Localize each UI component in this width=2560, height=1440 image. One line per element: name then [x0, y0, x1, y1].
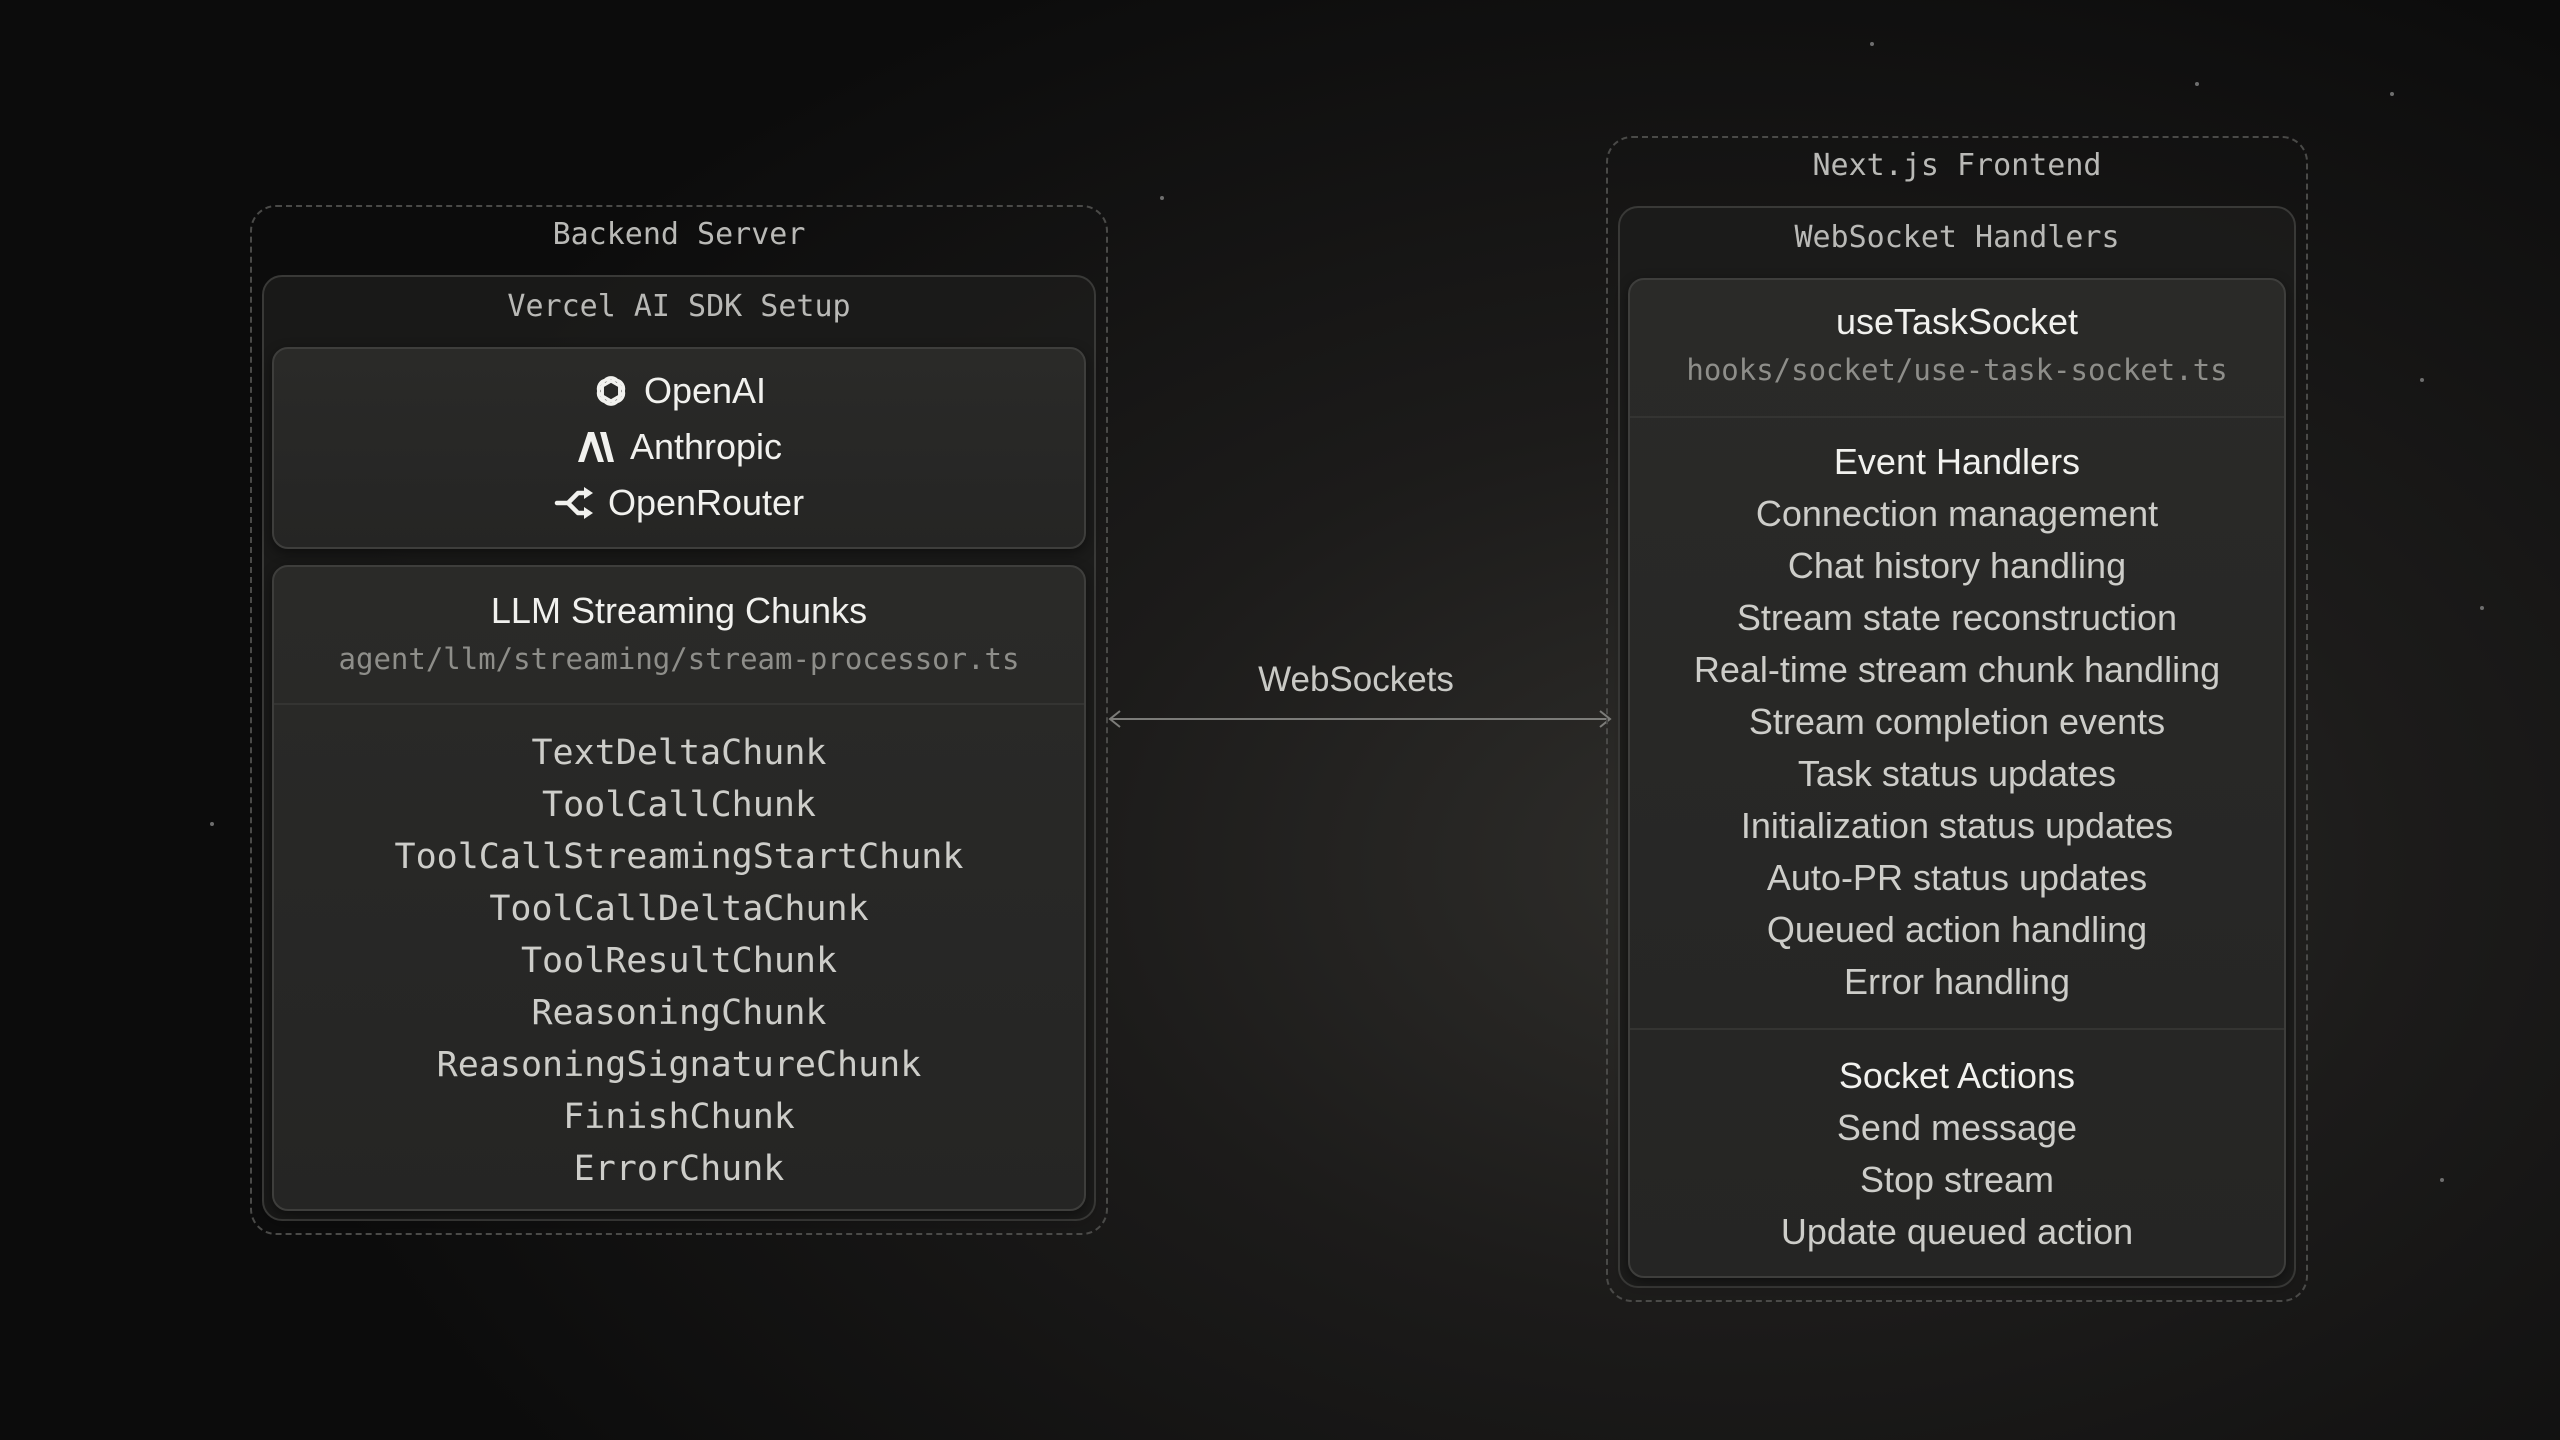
background-speck [2390, 92, 2394, 96]
provider-label: Anthropic [629, 426, 783, 467]
vercel-ai-sdk-setup-title: Vercel AI SDK Setup [507, 289, 851, 324]
socket-actions-list: Send message Stop stream Update queued a… [1630, 1102, 2284, 1258]
event-handler-item: Auto-PR status updates [1766, 857, 2148, 898]
chunk-type-item: ErrorChunk [573, 1149, 785, 1189]
websockets-connector-arrow [1108, 710, 1612, 728]
socket-action-item: Update queued action [1780, 1211, 2134, 1252]
background-speck [2195, 82, 2199, 86]
section-divider [1630, 1028, 2284, 1030]
event-handler-item: Stream completion events [1748, 701, 2166, 742]
chunk-type-list: TextDeltaChunk ToolCallChunk ToolCallStr… [274, 727, 1084, 1195]
use-task-socket-path: hooks/socket/use-task-socket.ts [1686, 353, 2228, 387]
background-speck [1160, 196, 1164, 200]
chunk-type-item: ToolCallStreamingStartChunk [394, 837, 964, 877]
section-divider [1630, 416, 2284, 418]
background-speck [2440, 1178, 2444, 1182]
chunk-type-item: FinishChunk [563, 1097, 795, 1137]
provider-label: OpenAI [643, 370, 767, 411]
nextjs-frontend-title: Next.js Frontend [1812, 148, 2102, 183]
providers-card: OpenAI Anthropic OpenRouter [272, 347, 1086, 549]
provider-openai: OpenAI [274, 363, 1084, 419]
backend-server-container: Backend Server Vercel AI SDK Setup OpenA… [250, 205, 1108, 1235]
llm-streaming-chunks-title: LLM Streaming Chunks [490, 590, 868, 631]
provider-openrouter: OpenRouter [274, 475, 1084, 531]
socket-actions-title: Socket Actions [1838, 1055, 2076, 1096]
llm-streaming-chunks-card: LLM Streaming Chunks agent/llm/streaming… [272, 565, 1086, 1211]
background-speck [2480, 606, 2484, 610]
event-handler-item: Initialization status updates [1740, 805, 2174, 846]
socket-action-item: Send message [1836, 1107, 2078, 1148]
websocket-handlers-panel: WebSocket Handlers useTaskSocket hooks/s… [1618, 206, 2296, 1288]
chunk-type-item: ReasoningSignatureChunk [436, 1045, 922, 1085]
nextjs-frontend-container: Next.js Frontend WebSocket Handlers useT… [1606, 136, 2308, 1302]
background-speck [210, 822, 214, 826]
event-handler-item: Real-time stream chunk handling [1693, 649, 2221, 690]
anthropic-icon [577, 432, 614, 462]
provider-anthropic: Anthropic [274, 419, 1084, 475]
event-handler-item: Stream state reconstruction [1736, 597, 2178, 638]
event-handler-item: Queued action handling [1766, 909, 2148, 950]
vercel-ai-sdk-setup-panel: Vercel AI SDK Setup OpenAI Anthropic Ope… [262, 275, 1096, 1221]
use-task-socket-title: useTaskSocket [1835, 301, 2079, 342]
section-divider [274, 703, 1084, 705]
openrouter-icon [554, 487, 593, 519]
event-handler-item: Chat history handling [1787, 545, 2127, 586]
event-handler-item: Connection management [1755, 493, 2159, 534]
chunk-type-item: ToolCallDeltaChunk [489, 889, 869, 929]
background-speck [2420, 378, 2424, 382]
chunk-type-item: ReasoningChunk [531, 993, 827, 1033]
stream-processor-path: agent/llm/streaming/stream-processor.ts [338, 642, 1020, 676]
chunk-type-item: ToolCallChunk [542, 785, 816, 825]
event-handlers-list: Connection management Chat history handl… [1630, 488, 2284, 1008]
chunk-type-item: TextDeltaChunk [531, 733, 827, 773]
socket-action-item: Stop stream [1859, 1159, 2055, 1200]
websocket-handlers-title: WebSocket Handlers [1794, 220, 2120, 255]
websockets-label: WebSockets [1258, 660, 1454, 699]
event-handler-item: Error handling [1843, 961, 2071, 1002]
chunk-type-item: ToolResultChunk [520, 941, 838, 981]
event-handler-item: Task status updates [1797, 753, 2117, 794]
event-handlers-title: Event Handlers [1833, 441, 2081, 482]
backend-server-title: Backend Server [552, 217, 806, 252]
openai-icon [596, 376, 626, 406]
background-speck [1870, 42, 1874, 46]
provider-label: OpenRouter [607, 482, 805, 523]
use-task-socket-card: useTaskSocket hooks/socket/use-task-sock… [1628, 278, 2286, 1278]
